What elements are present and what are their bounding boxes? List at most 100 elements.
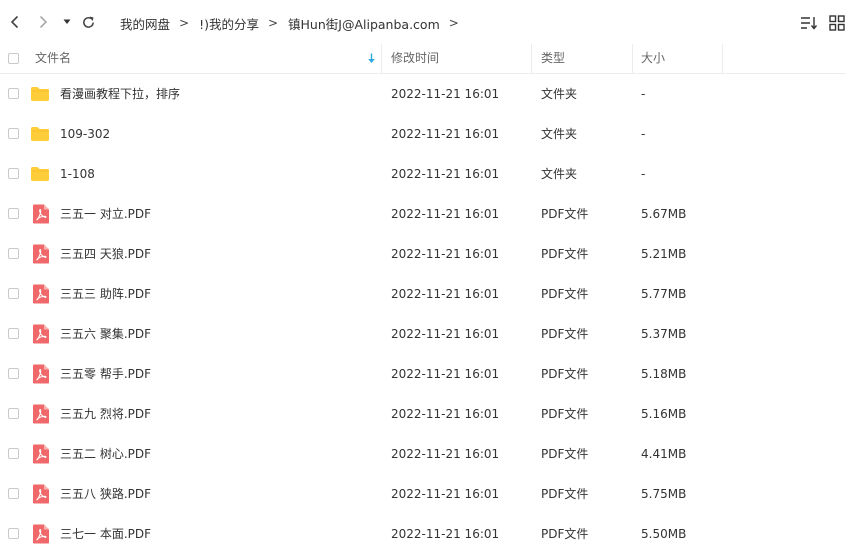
pdf-icon	[33, 324, 49, 344]
back-button[interactable]	[6, 13, 24, 31]
file-size: -	[641, 167, 646, 181]
file-name[interactable]: 三五三 助阵.PDF	[60, 274, 151, 314]
file-modified-time: 2022-11-21 16:01	[391, 127, 500, 141]
file-name[interactable]: 三七一 本面.PDF	[60, 514, 151, 554]
file-type: 文件夹	[541, 167, 578, 181]
file-size: 5.50MB	[641, 527, 687, 541]
file-type: PDF文件	[541, 487, 589, 501]
folder-icon	[31, 87, 49, 101]
refresh-button[interactable]	[79, 13, 97, 31]
caret-down-icon	[63, 19, 71, 24]
file-modified-time: 2022-11-21 16:01	[391, 87, 500, 101]
breadcrumb-separator: >	[267, 16, 279, 30]
row-checkbox[interactable]	[8, 88, 19, 99]
file-row[interactable]: 三五八 狭路.PDF 2022-11-21 16:01 PDF文件 5.75MB	[0, 474, 846, 514]
file-modified-time: 2022-11-21 16:01	[391, 207, 500, 221]
file-size: 5.77MB	[641, 287, 687, 301]
row-checkbox[interactable]	[8, 488, 19, 499]
file-row[interactable]: 三五六 聚集.PDF 2022-11-21 16:01 PDF文件 5.37MB	[0, 314, 846, 354]
column-header-type[interactable]: 类型	[541, 44, 565, 73]
chevron-left-icon	[10, 15, 19, 29]
file-row[interactable]: 三五二 树心.PDF 2022-11-21 16:01 PDF文件 4.41MB	[0, 434, 846, 474]
select-all-checkbox[interactable]	[8, 53, 19, 64]
sort-list-icon	[801, 17, 818, 30]
file-row[interactable]: 三七一 本面.PDF 2022-11-21 16:01 PDF文件 5.50MB	[0, 514, 846, 554]
breadcrumb-item-my-share[interactable]: !)我的分享	[199, 14, 259, 33]
file-type: 文件夹	[541, 127, 578, 141]
file-modified-time: 2022-11-21 16:01	[391, 487, 500, 501]
forward-button[interactable]	[34, 13, 52, 31]
file-name[interactable]: 1-108	[60, 154, 95, 194]
file-row[interactable]: 109-302 2022-11-21 16:01 文件夹 -	[0, 114, 846, 154]
folder-icon	[31, 127, 49, 141]
file-type: 文件夹	[541, 87, 578, 101]
file-row[interactable]: 三五零 帮手.PDF 2022-11-21 16:01 PDF文件 5.18MB	[0, 354, 846, 394]
file-name[interactable]: 三五六 聚集.PDF	[60, 314, 151, 354]
file-size: -	[641, 127, 646, 141]
column-divider[interactable]	[531, 44, 532, 73]
row-checkbox[interactable]	[8, 248, 19, 259]
breadcrumb-item-my-drive[interactable]: 我的网盘	[120, 14, 170, 33]
file-size: 5.18MB	[641, 367, 687, 381]
file-modified-time: 2022-11-21 16:01	[391, 447, 500, 461]
file-name[interactable]: 三五四 天狼.PDF	[60, 234, 151, 274]
file-name[interactable]: 看漫画教程下拉，排序	[60, 74, 180, 114]
file-modified-time: 2022-11-21 16:01	[391, 327, 500, 341]
file-row[interactable]: 1-108 2022-11-21 16:01 文件夹 -	[0, 154, 846, 194]
pdf-icon	[33, 204, 49, 224]
file-row[interactable]: 三五一 对立.PDF 2022-11-21 16:01 PDF文件 5.67MB	[0, 194, 846, 234]
file-name[interactable]: 三五零 帮手.PDF	[60, 354, 151, 394]
history-dropdown[interactable]	[60, 13, 74, 31]
column-header-name[interactable]: 文件名	[35, 44, 71, 73]
breadcrumb-separator: >	[179, 16, 190, 30]
breadcrumb-item-current-folder[interactable]: 镇Hun街J@Alipanba.com	[288, 14, 440, 33]
file-row[interactable]: 三五九 烈将.PDF 2022-11-21 16:01 PDF文件 5.16MB	[0, 394, 846, 434]
file-size: 4.41MB	[641, 447, 687, 461]
pdf-icon	[33, 404, 49, 424]
row-checkbox[interactable]	[8, 528, 19, 539]
row-checkbox[interactable]	[8, 448, 19, 459]
refresh-icon	[82, 16, 94, 28]
row-checkbox[interactable]	[8, 128, 19, 139]
column-header-modified[interactable]: 修改时间	[391, 44, 439, 73]
file-name[interactable]: 三五二 树心.PDF	[60, 434, 151, 474]
row-checkbox[interactable]	[8, 408, 19, 419]
sort-button[interactable]	[800, 14, 818, 32]
grid-view-button[interactable]	[828, 14, 846, 32]
column-divider[interactable]	[722, 44, 723, 73]
row-checkbox[interactable]	[8, 168, 19, 179]
file-modified-time: 2022-11-21 16:01	[391, 407, 500, 421]
file-size: 5.75MB	[641, 487, 687, 501]
file-name[interactable]: 109-302	[60, 114, 110, 154]
breadcrumb-separator: >	[448, 16, 459, 30]
file-size: 5.21MB	[641, 247, 687, 261]
file-name[interactable]: 三五一 对立.PDF	[60, 194, 151, 234]
column-divider[interactable]	[381, 44, 382, 73]
pdf-icon	[33, 524, 49, 544]
file-row[interactable]: 看漫画教程下拉，排序 2022-11-21 16:01 文件夹 -	[0, 74, 846, 114]
file-modified-time: 2022-11-21 16:01	[391, 167, 500, 181]
file-list-header: 文件名 修改时间 类型 大小	[0, 44, 846, 74]
file-type: PDF文件	[541, 287, 589, 301]
folder-icon	[31, 167, 49, 181]
row-checkbox[interactable]	[8, 288, 19, 299]
column-header-size[interactable]: 大小	[641, 44, 665, 73]
pdf-icon	[33, 484, 49, 504]
file-type: PDF文件	[541, 207, 589, 221]
file-modified-time: 2022-11-21 16:01	[391, 287, 500, 301]
chevron-right-icon	[39, 15, 48, 29]
file-name[interactable]: 三五九 烈将.PDF	[60, 394, 151, 434]
row-checkbox[interactable]	[8, 328, 19, 339]
file-name[interactable]: 三五八 狭路.PDF	[60, 474, 151, 514]
row-checkbox[interactable]	[8, 208, 19, 219]
file-size: -	[641, 87, 646, 101]
sort-arrow-down-icon[interactable]	[367, 53, 376, 64]
breadcrumb: 我的网盘 > !)我的分享 > 镇Hun街J@Alipanba.com >	[120, 14, 469, 32]
column-divider[interactable]	[632, 44, 633, 73]
file-row[interactable]: 三五四 天狼.PDF 2022-11-21 16:01 PDF文件 5.21MB	[0, 234, 846, 274]
row-checkbox[interactable]	[8, 368, 19, 379]
file-modified-time: 2022-11-21 16:01	[391, 367, 500, 381]
file-type: PDF文件	[541, 407, 589, 421]
file-row[interactable]: 三五三 助阵.PDF 2022-11-21 16:01 PDF文件 5.77MB	[0, 274, 846, 314]
file-type: PDF文件	[541, 327, 589, 341]
